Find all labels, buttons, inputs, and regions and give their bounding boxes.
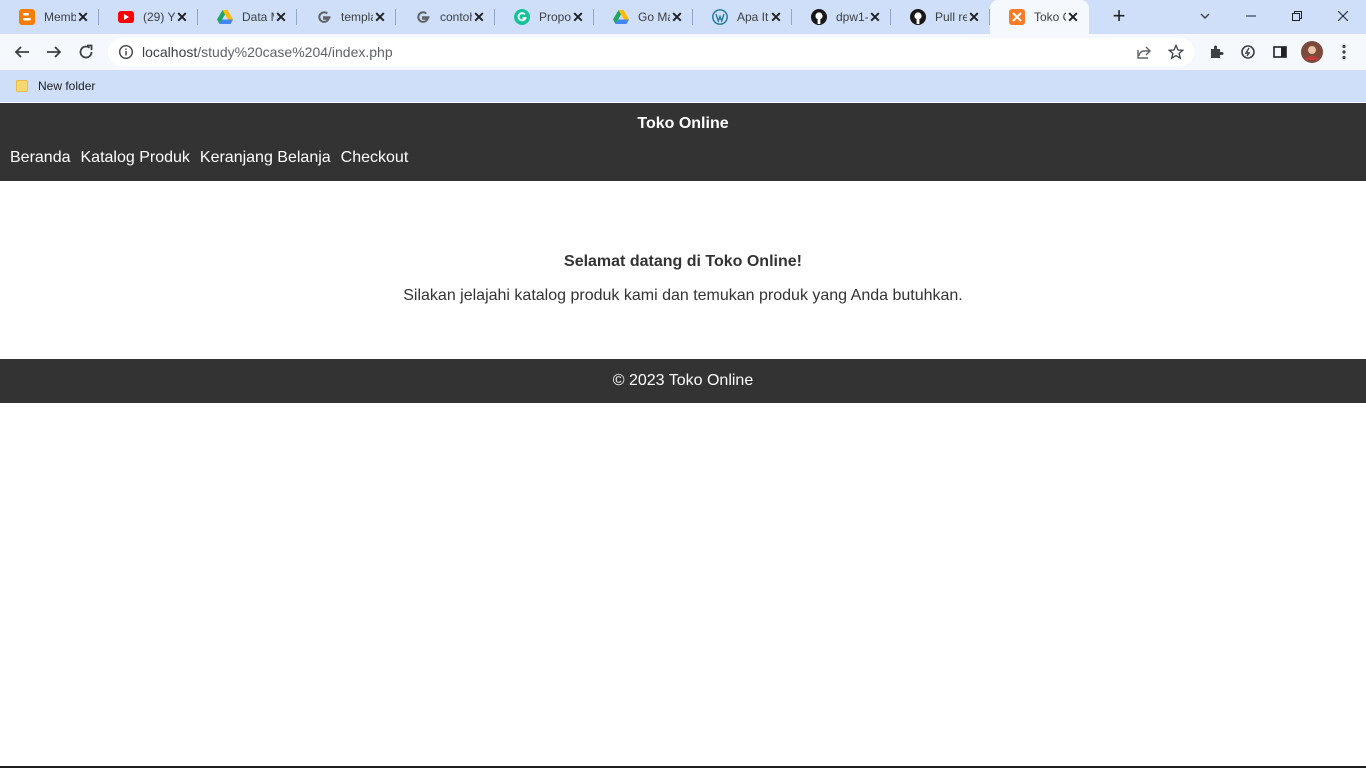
tab-title: Apa Itu [737, 10, 769, 24]
profile-avatar[interactable] [1298, 38, 1326, 66]
url-text[interactable]: localhost/study%20case%204/index.php [142, 44, 393, 60]
folder-icon [16, 80, 28, 92]
tab-close-icon[interactable]: ✕ [372, 9, 388, 25]
tab-title: Data Mahasiswa [242, 10, 274, 24]
youtube-icon [118, 9, 134, 25]
welcome-heading: Selamat datang di Toko Online! [564, 253, 802, 270]
tab-close-icon[interactable]: ✕ [570, 9, 586, 25]
share-icon[interactable] [1136, 44, 1152, 65]
google-drive-icon [613, 9, 629, 25]
tab-close-icon[interactable]: ✕ [867, 9, 883, 25]
tab-title: (29) YouTube [143, 10, 175, 24]
tab-close-icon[interactable]: ✕ [75, 9, 91, 25]
tab-close-icon[interactable]: ✕ [174, 9, 190, 25]
bookmark-folder-label: New folder [38, 79, 96, 93]
url-host: localhost [142, 44, 198, 60]
tab-strip: Membuat✕(29) YouTube✕Data Mahasiswa✕temp… [0, 0, 1366, 34]
nav-link-katalog-produk[interactable]: Katalog Produk [81, 149, 190, 167]
tab-title: Go Mart [638, 10, 670, 24]
google-drive-icon [217, 9, 233, 25]
minimize-button[interactable] [1228, 0, 1274, 32]
browser-tab[interactable]: Proposal✕ [495, 0, 594, 34]
reload-icon[interactable] [72, 38, 100, 66]
site-title: Toko Online [637, 115, 729, 132]
tab-title: Membuat [44, 10, 76, 24]
site-nav: Beranda Katalog Produk Keranjang Belanja… [10, 149, 418, 167]
nav-link-checkout[interactable]: Checkout [341, 149, 409, 167]
bookmark-star-icon[interactable] [1167, 43, 1185, 65]
nav-link-beranda[interactable]: Beranda [10, 149, 71, 167]
site-info-icon[interactable] [118, 44, 134, 60]
browser-tab[interactable]: template✕ [297, 0, 396, 34]
bookmarks-bar: New folder [0, 70, 1366, 102]
url-path: /study%20case%204/index.php [197, 44, 393, 60]
tab-close-icon[interactable]: ✕ [471, 9, 487, 25]
forward-icon[interactable] [40, 38, 68, 66]
google-icon [415, 9, 431, 25]
browser-tab[interactable]: Go Mart✕ [594, 0, 693, 34]
menu-dots-icon[interactable] [1330, 38, 1358, 66]
grammarly-icon [514, 9, 530, 25]
browser-tab[interactable]: Data Mahasiswa✕ [198, 0, 297, 34]
blogger-icon [19, 9, 35, 25]
tab-title: template [341, 10, 373, 24]
nav-link-keranjang-belanja[interactable]: Keranjang Belanja [200, 149, 331, 167]
google-icon [316, 9, 332, 25]
site-header: Toko Online Beranda Katalog Produk Keran… [0, 103, 1366, 181]
extensions-icon[interactable] [1202, 38, 1230, 66]
tab-search-chevron-icon[interactable] [1182, 0, 1228, 32]
address-bar[interactable]: localhost/study%20case%204/index.php [108, 38, 1194, 66]
browser-tab[interactable]: Apa Itu✕ [693, 0, 792, 34]
tab-close-icon[interactable]: ✕ [966, 9, 982, 25]
tab-title: Toko Online [1034, 10, 1066, 24]
tab-title: Pull request [935, 10, 967, 24]
side-panel-icon[interactable] [1266, 38, 1294, 66]
site-footer: © 2023 Toko Online [0, 359, 1366, 403]
tab-title: contoh [440, 10, 472, 24]
browser-tab[interactable]: dpw1- ✕ [792, 0, 891, 34]
welcome-section: Selamat datang di Toko Online! Silakan j… [0, 253, 1366, 305]
github-icon [811, 9, 827, 25]
tab-title: dpw1- [836, 10, 868, 24]
restore-button[interactable] [1274, 0, 1320, 32]
browser-tab[interactable]: Membuat✕ [0, 0, 99, 34]
back-icon[interactable] [8, 38, 36, 66]
wordpress-icon [712, 9, 728, 25]
tab-close-icon[interactable]: ✕ [1065, 9, 1081, 25]
bookmark-folder[interactable]: New folder [16, 76, 95, 96]
browser-tab[interactable]: contoh✕ [396, 0, 495, 34]
tab-close-icon[interactable]: ✕ [768, 9, 784, 25]
tab-title: Proposal [539, 10, 571, 24]
tab-close-icon[interactable]: ✕ [273, 9, 289, 25]
welcome-text: Silakan jelajahi katalog produk kami dan… [403, 287, 963, 304]
xampp-icon [1009, 9, 1025, 25]
browser-tab[interactable]: (29) YouTube✕ [99, 0, 198, 34]
browser-tab[interactable]: Toko Online✕ [990, 0, 1089, 34]
performance-icon[interactable] [1234, 38, 1262, 66]
browser-tab[interactable]: Pull request✕ [891, 0, 990, 34]
github-icon [910, 9, 926, 25]
new-tab-button[interactable]: + [1108, 5, 1130, 28]
tab-close-icon[interactable]: ✕ [669, 9, 685, 25]
close-window-button[interactable] [1320, 0, 1366, 32]
